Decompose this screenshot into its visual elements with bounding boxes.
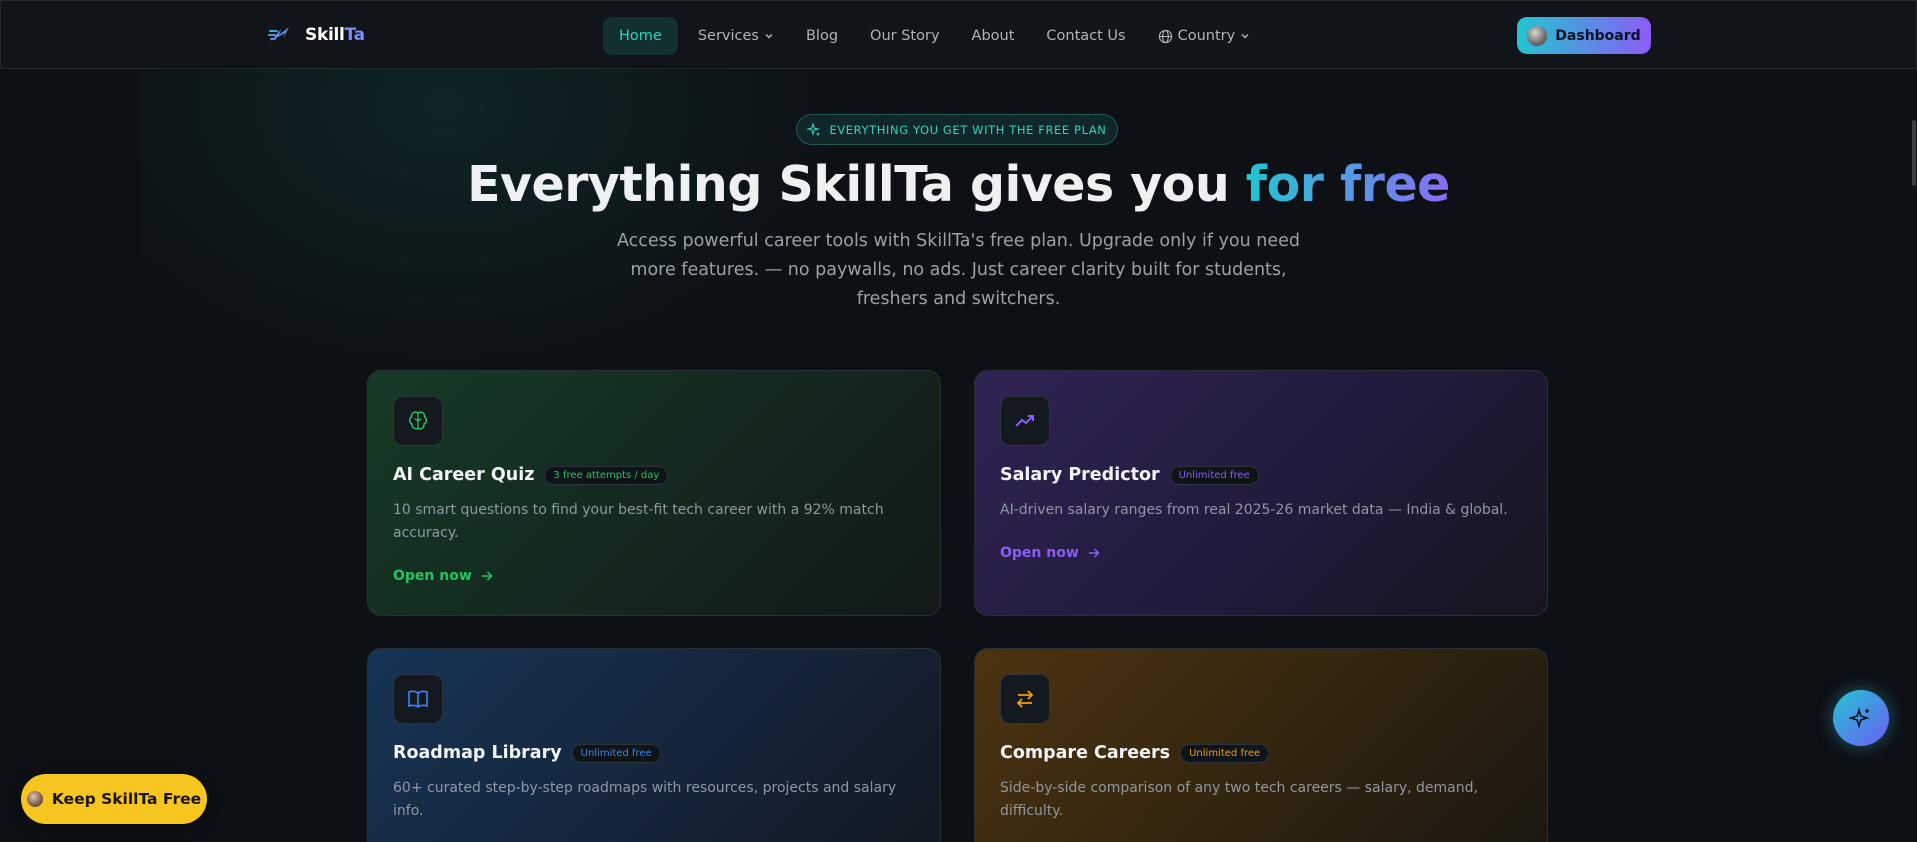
nav-item-country[interactable]: Country [1146,17,1263,55]
feature-card-salary-predictor[interactable]: Salary Predictor Unlimited free AI-drive… [974,370,1548,616]
chevron-down-icon [1241,34,1249,39]
nav-item-contact[interactable]: Contact Us [1034,17,1137,55]
brain-icon [408,411,428,430]
globe-icon [1158,29,1172,43]
main-nav: Home Services Blog Our Story About Conta… [603,17,1262,55]
arrow-right-icon [1088,548,1100,558]
trending-up-icon [1015,415,1034,427]
card-description: AI-driven salary ranges from real 2025-2… [1000,502,1508,518]
ai-assistant-button[interactable] [1833,690,1889,746]
keep-free-button[interactable]: Keep SkillTa Free [21,774,207,824]
arrows-swap-icon [1016,690,1034,708]
chevron-down-icon [765,34,773,39]
nav-item-blog[interactable]: Blog [794,17,850,55]
scrollbar[interactable] [1912,120,1916,186]
feature-card-ai-career-quiz[interactable]: AI Career Quiz 3 free attempts / day 10 … [367,370,941,616]
feature-card-roadmap-library[interactable]: Roadmap Library Unlimited free 60+ curat… [367,648,941,842]
card-description: Side-by-side comparison of any two tech … [1000,780,1478,819]
feature-card-compare-careers[interactable]: Compare Careers Unlimited free Side-by-s… [974,648,1548,842]
card-badge: Unlimited free [571,743,661,763]
card-title: Salary Predictor [1000,465,1160,485]
card-description: 10 smart questions to find your best-fit… [393,502,884,541]
book-open-icon [408,690,428,708]
card-badge: 3 free attempts / day [544,465,669,485]
arrow-right-icon [481,571,493,581]
avatar [26,791,43,807]
skillta-logo-icon [268,27,289,41]
nav-item-about[interactable]: About [960,17,1027,55]
card-badge: Unlimited free [1180,743,1270,763]
open-now-link[interactable]: Open now [393,568,494,584]
card-title: AI Career Quiz [393,465,535,485]
card-badge: Unlimited free [1169,465,1259,485]
page-title: Everything SkillTa gives you for free [467,156,1450,213]
brand-name: SkillTa [305,25,365,45]
nav-item-our-story[interactable]: Our Story [858,17,951,55]
sparkles-icon [807,122,821,136]
card-title: Roadmap Library [393,743,562,763]
open-now-link[interactable]: Open now [1000,545,1101,561]
top-navbar: SkillTa Home Services Blog Our Story Abo… [0,0,1917,69]
card-title: Compare Careers [1000,743,1171,763]
sparkles-icon [1849,707,1870,729]
card-description: 60+ curated step-by-step roadmaps with r… [393,780,897,819]
avatar [1527,25,1548,46]
free-plan-pill: EVERYTHING YOU GET WITH THE FREE PLAN [796,114,1118,145]
nav-item-services[interactable]: Services [686,17,786,55]
nav-item-home[interactable]: Home [603,17,678,55]
brand-logo[interactable]: SkillTa [267,21,365,49]
dashboard-button[interactable]: Dashboard [1517,17,1651,54]
hero-subtitle: Access powerful career tools with SkillT… [616,231,1300,309]
